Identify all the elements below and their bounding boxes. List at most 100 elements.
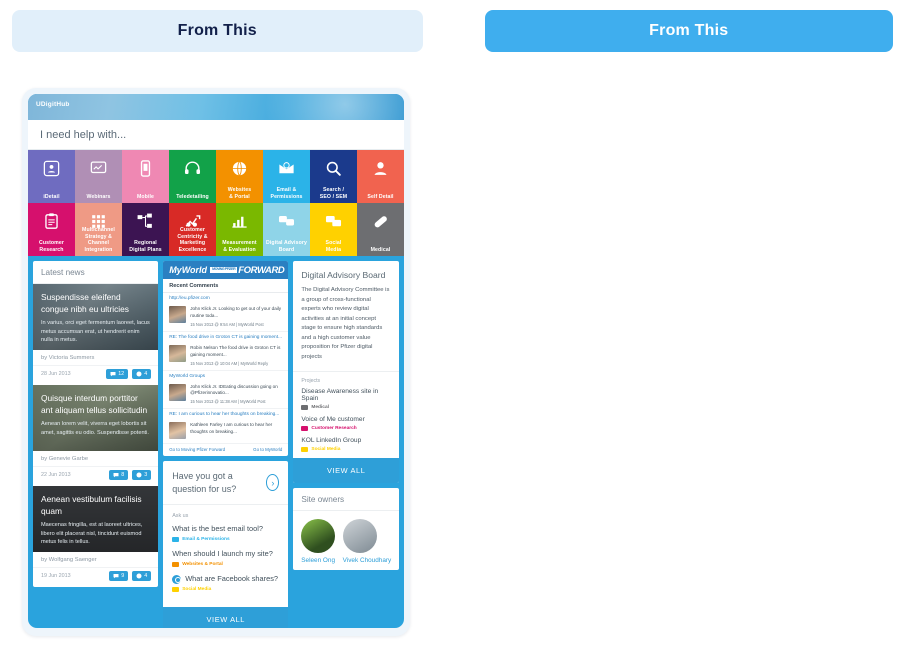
service-tile-email[interactable]: Email & Permissions [263, 150, 310, 203]
myworld-comment-text: Kathleen Farley I am curious to hear her… [190, 422, 273, 435]
middle-column: MyWorld MOVING PFIZER FORWARD Recent Comm… [163, 261, 289, 628]
moving-forward-logo: MOVING PFIZER FORWARD [210, 265, 288, 276]
service-tile-self-detail[interactable]: Self Detail [357, 150, 404, 203]
myworld-comment-text: John Klick Jr. IDEating discussion going… [190, 383, 278, 396]
advisory-project[interactable]: Voice of Me customer Customer Research [293, 416, 399, 437]
advisory-card: Digital Advisory Board The Digital Advis… [293, 261, 399, 483]
myworld-comment-list: John Klick Jr. Looking to get out of you… [163, 303, 289, 445]
myworld-comment-text: John Klick Jr. Looking to get out of you… [190, 306, 282, 318]
service-tile-digital-advisory[interactable]: Digital Advisory Board [263, 203, 310, 256]
news-author: by Wolfgang Saenger [41, 557, 97, 563]
question-body: Ask us What is the best email tool? Email… [163, 503, 289, 607]
news-item[interactable]: Aenean vestibulum facilisis quam Maecenas… [33, 486, 159, 587]
advisory-project[interactable]: KOL LinkedIn Group Social Media [293, 437, 399, 458]
service-tile-measurement[interactable]: Measurement & Evaluation [216, 203, 263, 256]
site-owner[interactable]: Seleen Ong [301, 518, 336, 564]
network-icon [136, 211, 156, 231]
comment-count[interactable]: 9 [109, 571, 129, 581]
comment-count[interactable]: 12 [106, 369, 129, 379]
people-chart-icon [183, 211, 203, 231]
faq-item[interactable]: What are Facebook shares? Social Media [172, 574, 279, 599]
site-owner[interactable]: Vivek Choudhary [342, 518, 391, 564]
service-tile-customer[interactable]: Customer Research [28, 203, 75, 256]
news-thumbnail: Aenean vestibulum facilisis quam Maecenas… [33, 486, 159, 552]
faq-tag: Email & Permissions [172, 536, 279, 542]
myworld-comment[interactable]: RE: I am curious to hear her thoughts on… [163, 409, 289, 445]
comparison-stage: From This UDigitHub I need help with... … [0, 0, 905, 659]
mobile-icon [136, 158, 156, 178]
chevron-right-icon[interactable]: › [266, 474, 280, 492]
ask-us-label: Ask us [172, 512, 189, 519]
myworld-header: MyWorld MOVING PFIZER FORWARD [163, 261, 289, 279]
left-panel: From This UDigitHub I need help with... … [0, 0, 453, 659]
pill-icon [371, 211, 391, 231]
news-item[interactable]: Quisque interdum porttitor ant aliquam t… [33, 385, 159, 486]
go-moving-pfizer-link[interactable]: Go to Moving Pfizer Forward [169, 447, 225, 452]
like-count[interactable]: 4 [132, 571, 152, 581]
left-screen: UDigitHub I need help with... iDetail Web… [28, 94, 404, 628]
tag-swatch-icon [301, 404, 309, 410]
faq-tag: Social Media [172, 586, 279, 592]
project-name: KOL LinkedIn Group [301, 436, 362, 444]
news-footer: 28 Jun 2013 12 4 [33, 365, 159, 385]
left-device-frame: UDigitHub I need help with... iDetail Web… [22, 88, 410, 636]
service-tile-idetail[interactable]: iDetail [28, 150, 75, 203]
service-tile-label: Medical [370, 246, 391, 253]
news-item[interactable]: Suspendisse eleifend congue nibh eu ultr… [33, 284, 159, 385]
news-footer: 19 Jun 2013 9 4 [33, 567, 159, 587]
myworld-source-link[interactable]: http://eu.pfizer.com [163, 293, 288, 303]
go-myworld-link[interactable]: Go to MyWorld [253, 447, 282, 452]
news-thumbnail: Suspendisse eleifend congue nibh eu ultr… [33, 284, 159, 350]
myworld-comment[interactable]: RE: The food drive in Groton CT is gaini… [163, 332, 289, 371]
question-view-all-button[interactable]: VIEW ALL [163, 606, 289, 628]
service-tile-label: Social Media [325, 240, 342, 253]
news-thumbnail: Quisque interdum porttitor ant aliquam t… [33, 385, 159, 451]
faq-tag: Websites & Portal [172, 561, 279, 567]
advisory-view-all-button[interactable]: VIEW ALL [293, 457, 399, 483]
question-card: Have you got a question for us? › Ask us… [163, 461, 289, 628]
chat-board-icon [277, 211, 297, 231]
tag-swatch-icon [172, 586, 180, 592]
service-tile-label: Mobile [136, 193, 155, 200]
myworld-comment-meta: 15 Nov 2013 @ 11:38 AM | MyWorld Post [190, 399, 266, 405]
advisory-paragraph: The Digital Advisory Committee is a grou… [293, 286, 399, 372]
search-input[interactable]: I need help with... [28, 120, 404, 150]
myworld-comment[interactable]: MyWorld Groups John Klick Jr. IDEating di… [163, 371, 289, 410]
like-count[interactable]: 3 [132, 470, 152, 480]
site-owners-card: Site owners Seleen Ong Vivek Choudhary [293, 487, 399, 570]
service-tile-regional[interactable]: Regional Digital Plans [122, 203, 169, 256]
service-tile-teledetailing[interactable]: Teledetailing [169, 150, 216, 203]
service-tile-customer[interactable]: Customer Centricity & Marketing Excellence [169, 203, 216, 256]
service-tile-search[interactable]: Search / SEO / SEM [310, 150, 357, 203]
myworld-comment-meta: 15 Nov 2013 @ 9:54 AM | MyWorld Post [190, 321, 264, 327]
service-tile-social[interactable]: Social Media [310, 203, 357, 256]
faq-item[interactable]: What is the best email tool? Email & Perm… [172, 524, 279, 549]
question-title: Have you got a question for us? [172, 471, 237, 494]
faq-question: What is the best email tool? [172, 524, 279, 534]
like-count[interactable]: 4 [132, 369, 152, 379]
moving-pfizer-label: MOVING PFIZER [210, 267, 238, 273]
question-list: What is the best email tool? Email & Perm… [172, 524, 279, 599]
service-tile-webinars[interactable]: Webinars [75, 150, 122, 203]
person-icon [371, 158, 391, 178]
news-title: Aenean vestibulum facilisis quam [41, 494, 142, 517]
site-owners-list: Seleen Ong Vivek Choudhary [293, 511, 399, 570]
service-tile-websites[interactable]: Websites & Portal [216, 150, 263, 203]
advisory-project[interactable]: Disease Awareness site in Spain Medical [293, 388, 399, 416]
clipboard-icon [42, 211, 62, 231]
avatar [169, 422, 187, 440]
advisory-column: Digital Advisory Board The Digital Advis… [293, 261, 399, 628]
myworld-comment-meta: 15 Nov 2013 @ 10:04 AM | MyWorld Reply [190, 360, 269, 366]
service-tile-mobile[interactable]: Mobile [122, 150, 169, 203]
service-tile-label: Regional Digital Plans [129, 240, 162, 253]
myworld-comment[interactable]: John Klick Jr. Looking to get out of you… [163, 303, 289, 332]
faq-item[interactable]: When should I launch my site? Websites & … [172, 549, 279, 574]
site-brand: UDigitHub [36, 101, 70, 108]
comment-count[interactable]: 8 [109, 470, 129, 480]
news-excerpt: Maecenas fringilla, est at laoreet ultri… [41, 522, 143, 546]
service-tile-label: Customer Research [38, 240, 64, 253]
search-icon [324, 158, 344, 178]
service-tile-multichannel[interactable]: Multichannel Strategy & Channel Integratio… [75, 203, 122, 256]
latest-news-card: Latest news Suspendisse eleifend congue … [33, 261, 159, 587]
service-tile-medical[interactable]: Medical [357, 203, 404, 256]
